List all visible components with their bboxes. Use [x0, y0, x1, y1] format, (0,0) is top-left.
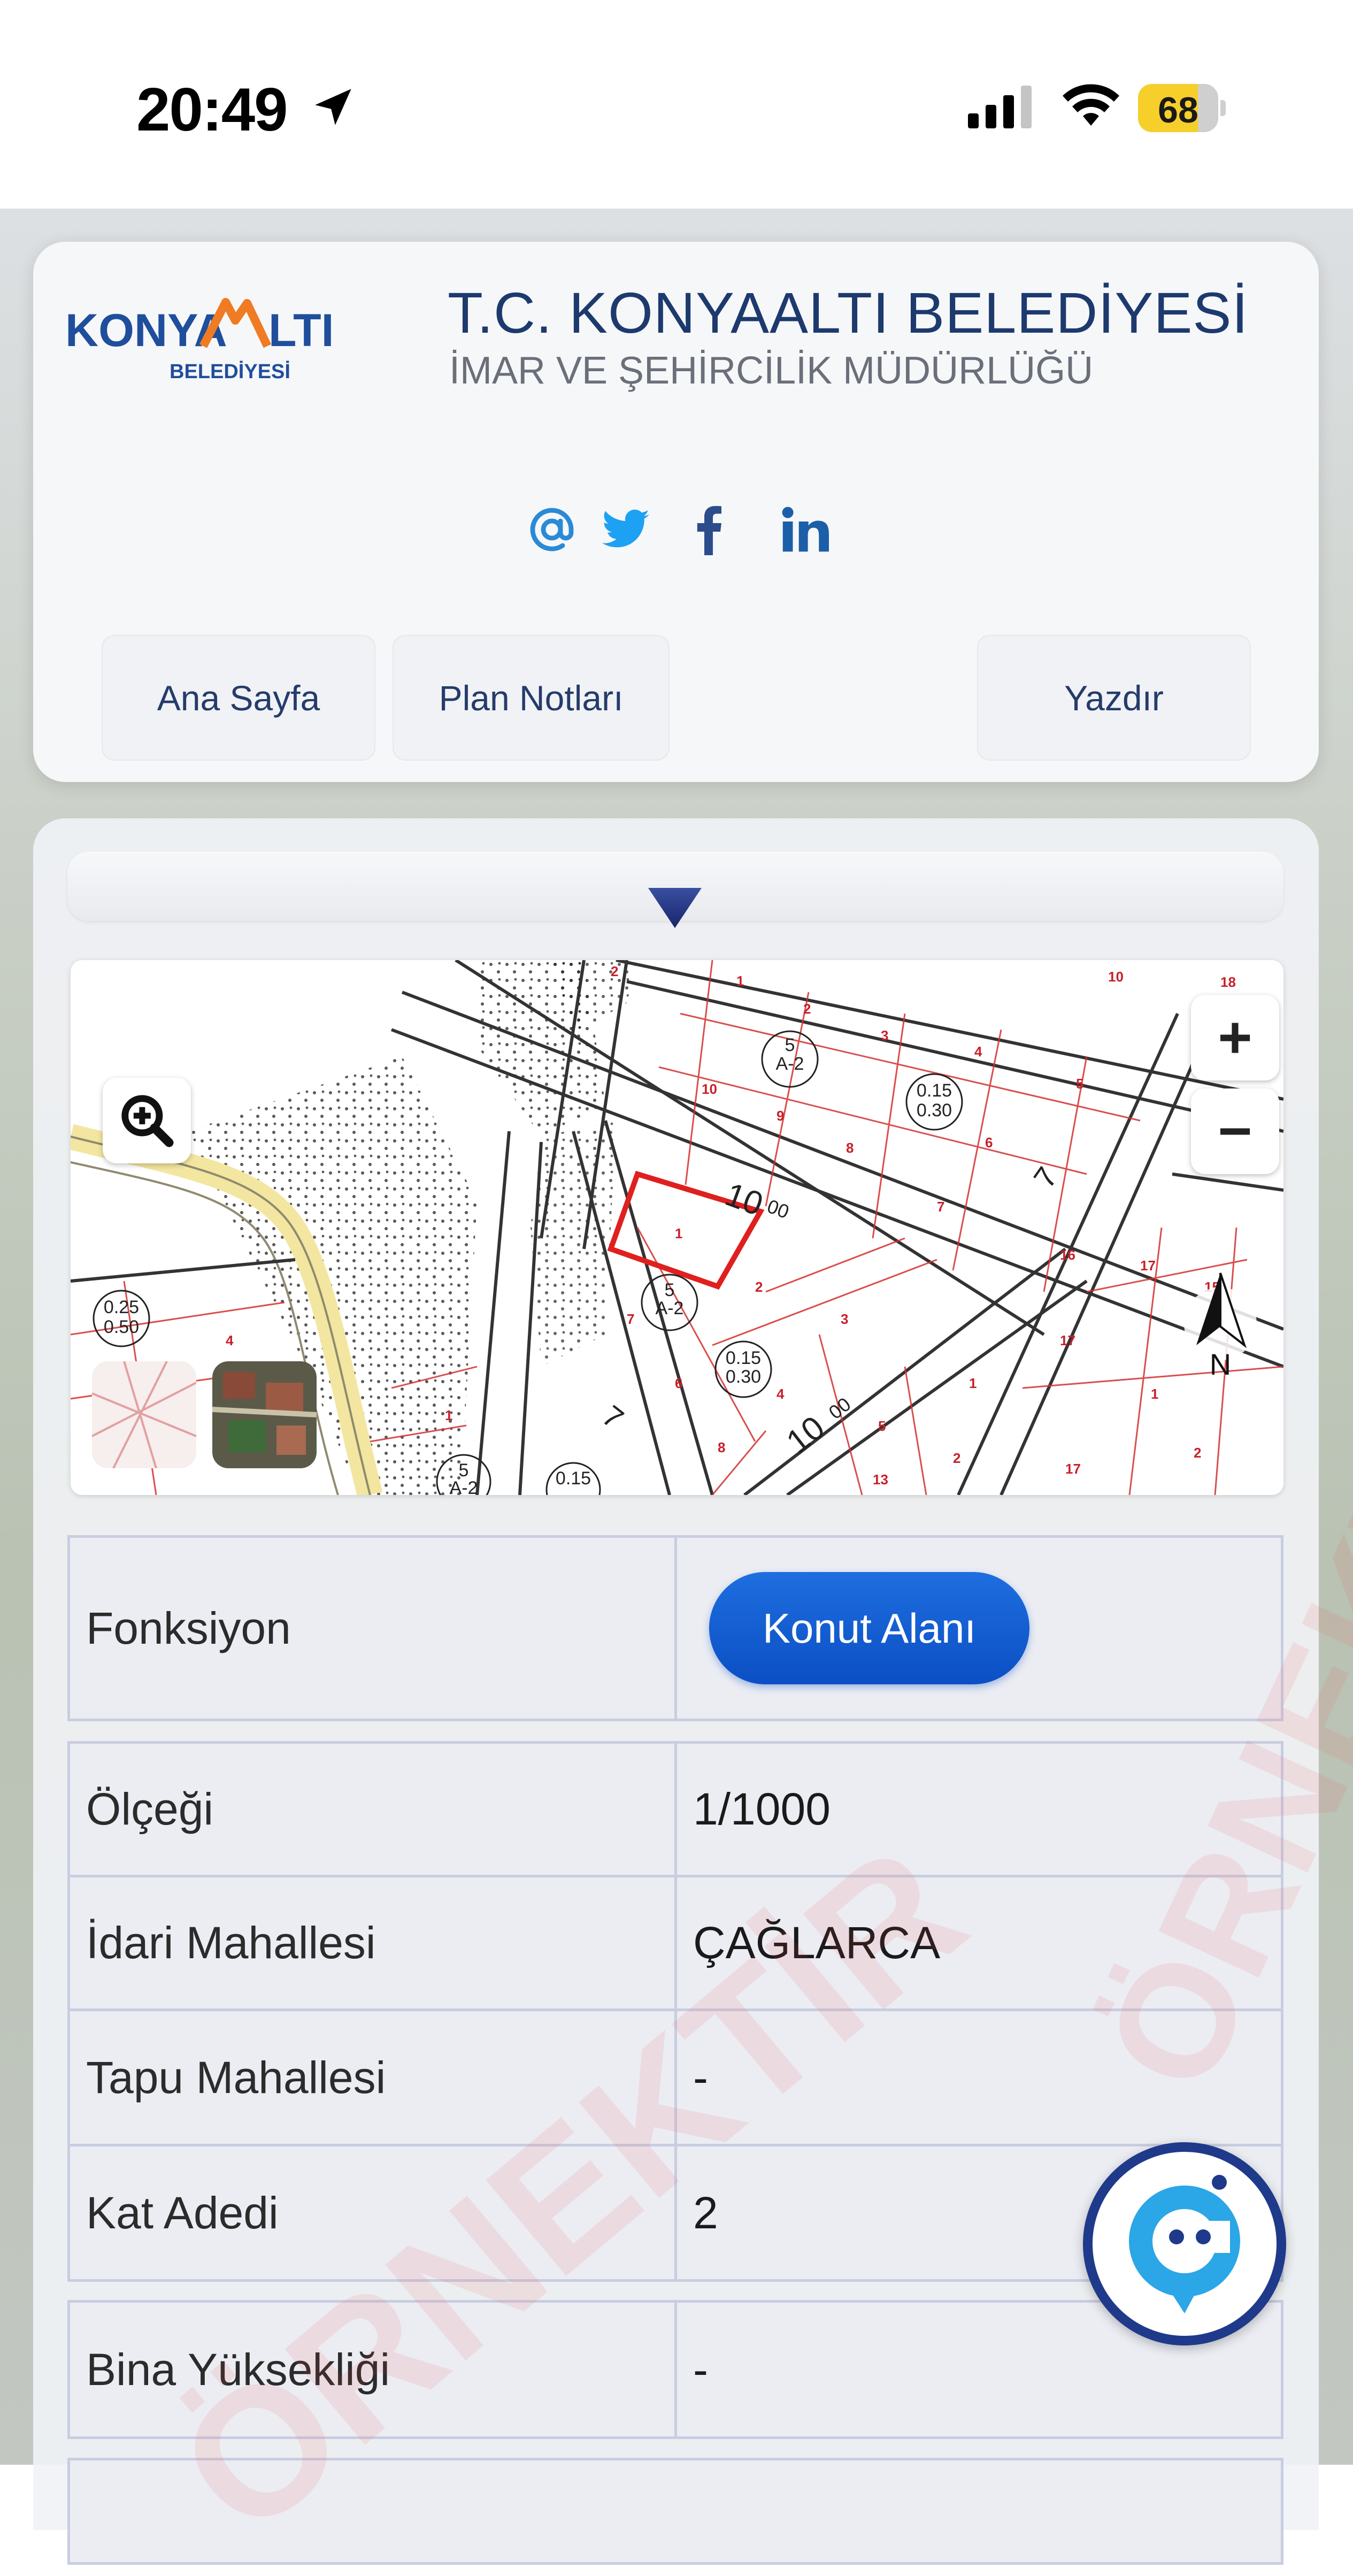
svg-text:LTI: LTI: [268, 305, 334, 356]
clock: 20:49: [136, 76, 288, 144]
location-arrow-icon: [315, 89, 351, 125]
plan-layer-icon: [92, 1361, 196, 1468]
satellite-layer-thumbnail[interactable]: [212, 1361, 317, 1468]
svg-text:0.15: 0.15: [556, 1468, 591, 1489]
logo-icon: KONYA LTI BELEDİYESİ: [65, 298, 334, 383]
svg-text:A-2: A-2: [450, 1478, 478, 1495]
table-row: Bina Yüksekliği -: [67, 2300, 1283, 2439]
svg-text:10: 10: [702, 1081, 717, 1097]
svg-text:2: 2: [755, 1279, 763, 1295]
svg-text:A-2: A-2: [776, 1054, 804, 1074]
svg-text:7: 7: [627, 1311, 634, 1327]
zoom-out-button[interactable]: −: [1191, 1088, 1279, 1174]
svg-text:5: 5: [878, 1418, 886, 1434]
svg-text:0.25: 0.25: [104, 1297, 139, 1317]
chat-assistant-button[interactable]: [1083, 2142, 1286, 2345]
svg-text:2: 2: [953, 1450, 960, 1466]
north-compass: N: [1183, 1265, 1258, 1385]
svg-text:4: 4: [974, 1044, 982, 1060]
status-bar: 20:49 68: [0, 0, 1353, 209]
svg-text:KONYA: KONYA: [65, 305, 227, 356]
svg-text:16: 16: [1060, 1247, 1075, 1263]
twitter-icon[interactable]: [599, 504, 652, 555]
compass-icon: N: [1184, 1272, 1257, 1381]
table-row: [67, 2458, 1283, 2565]
admin-neighborhood-label: İdari Mahallesi: [70, 1877, 677, 2008]
svg-text:4: 4: [777, 1386, 785, 1402]
admin-neighborhood-value: ÇAĞLARCA: [693, 1918, 941, 1968]
svg-text:17: 17: [1060, 1332, 1075, 1348]
svg-text:5: 5: [665, 1280, 675, 1300]
svg-text:6: 6: [985, 1134, 993, 1151]
svg-text:5: 5: [1076, 1076, 1083, 1092]
svg-text:1: 1: [969, 1375, 977, 1391]
table-row: Tapu Mahallesi -: [67, 2008, 1283, 2146]
svg-text:8: 8: [846, 1140, 854, 1156]
function-label: Fonksiyon: [70, 1538, 677, 1719]
svg-text:8: 8: [718, 1439, 725, 1455]
title-neighborhood-label: Tapu Mahallesi: [70, 2011, 677, 2144]
svg-text:2: 2: [1194, 1445, 1201, 1461]
svg-text:10: 10: [1108, 969, 1124, 985]
assistant-icon: [1129, 2175, 1240, 2313]
svg-text:0.15: 0.15: [726, 1348, 761, 1368]
svg-text:6: 6: [675, 1375, 682, 1391]
floor-count-label: Kat Adedi: [70, 2146, 677, 2279]
cellular-signal-icon: [968, 86, 1032, 128]
svg-text:BELEDİYESİ: BELEDİYESİ: [170, 361, 290, 383]
plan-layer-thumbnail[interactable]: [92, 1361, 196, 1468]
org-subtitle: İMAR VE ŞEHİRCİLİK MÜDÜRLÜĞÜ: [449, 349, 1094, 392]
table-row: Ölçeği 1/1000: [67, 1741, 1283, 1877]
svg-text:7: 7: [937, 1199, 944, 1215]
table-row: İdari Mahallesi ÇAĞLARCA: [67, 1875, 1283, 2011]
battery-indicator: 68: [1138, 84, 1226, 132]
scale-value: 1/1000: [693, 1784, 831, 1834]
minus-icon: −: [1218, 1098, 1252, 1164]
linkedin-icon[interactable]: [781, 504, 829, 555]
svg-text:1: 1: [736, 973, 744, 989]
satellite-layer-icon: [212, 1361, 317, 1468]
svg-text:18: 18: [1220, 974, 1236, 990]
svg-text:2: 2: [803, 1001, 811, 1017]
svg-text:2: 2: [611, 963, 618, 979]
zoning-map[interactable]: 10 00 10 00 7 7 5 A-2 0.15 0.30 5 A-2 0.15 0…: [71, 960, 1283, 1495]
building-height-label: Bina Yüksekliği: [70, 2303, 677, 2436]
wifi-icon: [1063, 84, 1119, 126]
svg-text:0.30: 0.30: [726, 1367, 761, 1387]
svg-text:13: 13: [873, 1471, 888, 1488]
svg-text:17: 17: [1065, 1461, 1081, 1477]
svg-text:4: 4: [226, 1332, 234, 1348]
compass-label: N: [1210, 1347, 1231, 1381]
zoom-to-area-button[interactable]: [103, 1078, 191, 1163]
org-title: T.C. KONYAALTI BELEDİYESİ: [448, 280, 1249, 345]
svg-text:1: 1: [1151, 1386, 1158, 1402]
plan-notes-button[interactable]: Plan Notları: [393, 635, 670, 761]
home-button[interactable]: Ana Sayfa: [102, 635, 375, 761]
function-row: Fonksiyon Konut Alanı: [67, 1535, 1283, 1721]
at-icon[interactable]: [526, 504, 578, 555]
svg-text:5: 5: [785, 1035, 795, 1055]
svg-text:3: 3: [881, 1028, 888, 1044]
svg-text:0.15: 0.15: [917, 1080, 952, 1101]
svg-text:0.30: 0.30: [917, 1100, 952, 1121]
svg-text:0.50: 0.50: [104, 1317, 139, 1337]
chevron-down-icon[interactable]: [648, 888, 702, 928]
magnifier-plus-icon: [121, 1095, 173, 1147]
header-card: KONYA LTI BELEDİYESİ T.C. KONYAALTI BELE…: [33, 242, 1319, 782]
print-button[interactable]: Yazdır: [977, 635, 1251, 761]
scale-label: Ölçeği: [70, 1744, 677, 1875]
title-neighborhood-value: -: [693, 2052, 708, 2103]
svg-text:A-2: A-2: [656, 1298, 684, 1318]
battery-level: 68: [1158, 90, 1198, 131]
facebook-icon[interactable]: [690, 504, 727, 555]
function-badge-button[interactable]: Konut Alanı: [709, 1572, 1029, 1684]
zoom-in-button[interactable]: +: [1191, 995, 1279, 1080]
svg-text:1: 1: [445, 1407, 452, 1423]
svg-text:1: 1: [675, 1225, 682, 1241]
svg-text:3: 3: [841, 1311, 848, 1327]
municipality-logo[interactable]: KONYA LTI BELEDİYESİ: [65, 293, 343, 392]
svg-text:17: 17: [1140, 1258, 1156, 1274]
plus-icon: +: [1218, 1005, 1252, 1070]
svg-text:9: 9: [777, 1108, 784, 1124]
